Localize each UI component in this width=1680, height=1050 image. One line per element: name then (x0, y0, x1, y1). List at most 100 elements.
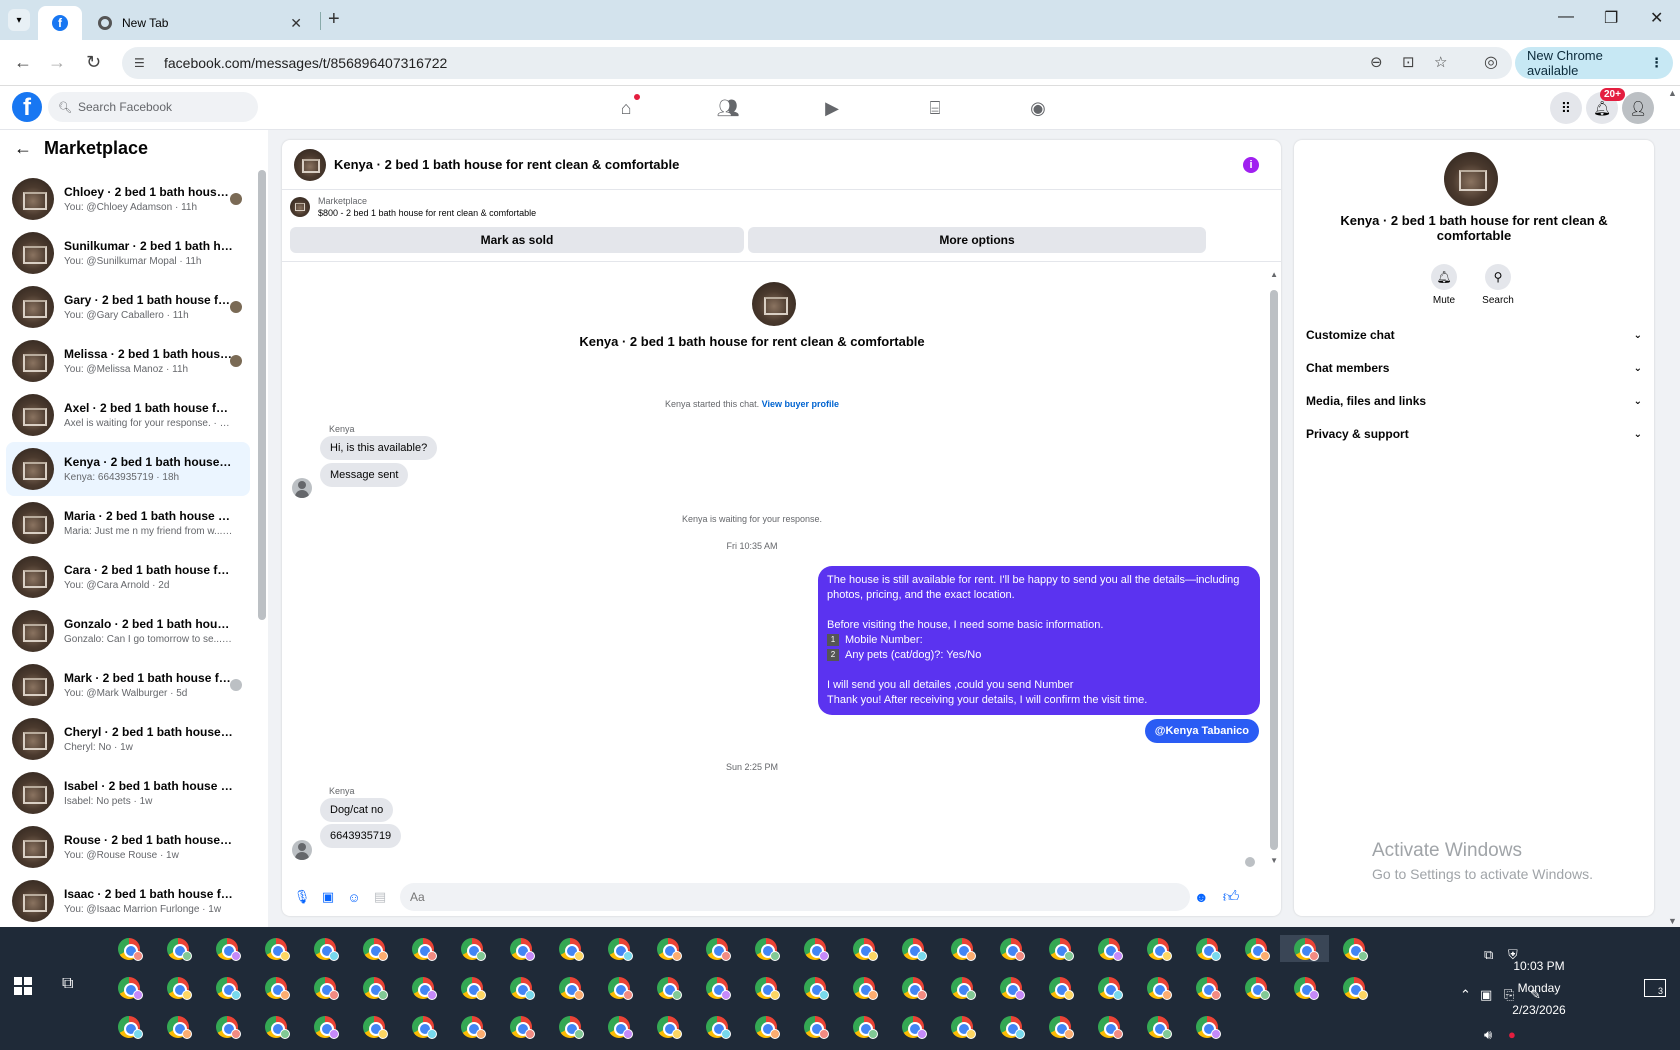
chrome-taskbar-icon[interactable] (1035, 935, 1084, 962)
chrome-taskbar-icon[interactable] (251, 1013, 300, 1040)
chrome-taskbar-icon[interactable] (937, 935, 986, 962)
chrome-taskbar-icon[interactable] (104, 1013, 153, 1040)
chrome-taskbar-icon[interactable] (300, 974, 349, 1001)
profile-icon[interactable]: ◎ (1484, 52, 1498, 72)
restore-button[interactable]: ❐ (1604, 8, 1618, 28)
zoom-icon[interactable]: ⊖ (1370, 53, 1383, 71)
message-input[interactable] (400, 883, 1190, 911)
clock-day[interactable]: Monday (1454, 981, 1624, 995)
chrome-taskbar-icon[interactable] (1084, 974, 1133, 1001)
incoming-message[interactable]: Hi, is this available? (320, 436, 438, 460)
chrome-taskbar-icon[interactable] (1182, 974, 1231, 1001)
microphone-icon[interactable]: 🎙︎ (294, 889, 311, 905)
chrome-taskbar-icon[interactable] (888, 974, 937, 1001)
chat-scrollbar[interactable] (1270, 290, 1278, 850)
incoming-message[interactable]: Dog/cat no (320, 798, 394, 822)
sender-avatar[interactable] (292, 478, 312, 498)
info-avatar[interactable] (1444, 152, 1498, 206)
chrome-taskbar-icon[interactable] (545, 1013, 594, 1040)
chrome-taskbar-icon[interactable] (741, 974, 790, 1001)
conversation-item[interactable]: Melissa · 2 bed 1 bath house ... You: @Me… (6, 334, 250, 388)
incoming-message[interactable]: Message sent (320, 463, 409, 487)
chrome-taskbar-icon[interactable] (1329, 935, 1378, 962)
page-scroll-down-icon[interactable]: ▼ (1668, 916, 1677, 926)
reload-icon[interactable]: ↻ (86, 52, 101, 73)
install-app-icon[interactable]: ⊡ (1402, 53, 1415, 71)
tab-new-tab[interactable]: New Tab ✕ (86, 6, 314, 40)
chrome-taskbar-icon[interactable] (594, 1013, 643, 1040)
chrome-taskbar-icon[interactable] (104, 935, 153, 962)
conversation-item[interactable]: Isaac · 2 bed 1 bath house for re... You:… (6, 874, 250, 927)
conversation-item[interactable]: Cara · 2 bed 1 bath house for re... You: … (6, 550, 250, 604)
incoming-message[interactable]: 6643935719 (320, 824, 402, 848)
info-icon[interactable]: i (1243, 157, 1259, 173)
clock-time[interactable]: 10:03 PM (1454, 959, 1624, 973)
site-info-icon[interactable]: ☰ (134, 56, 154, 70)
chat-avatar[interactable] (294, 148, 326, 181)
chrome-taskbar-icon[interactable] (692, 1013, 741, 1040)
chrome-taskbar-icon[interactable] (300, 935, 349, 962)
sticker-icon[interactable]: ☺ (346, 889, 362, 905)
conversation-item[interactable]: Gonzalo · 2 bed 1 bath house fo... Gonzal… (6, 604, 250, 658)
chrome-taskbar-icon[interactable] (349, 935, 398, 962)
chrome-taskbar-icon[interactable] (692, 935, 741, 962)
new-chrome-available-button[interactable]: New Chrome available ⋮ (1515, 47, 1673, 79)
chrome-taskbar-icon[interactable] (839, 1013, 888, 1040)
record-icon[interactable]: ● (1508, 1027, 1516, 1042)
chrome-taskbar-icon[interactable] (986, 935, 1035, 962)
chrome-taskbar-icon[interactable] (545, 935, 594, 962)
emoji-icon[interactable]: ☻ (1194, 889, 1209, 905)
sidebar-scrollbar[interactable] (258, 170, 266, 620)
chrome-taskbar-icon[interactable] (1133, 935, 1182, 962)
chrome-taskbar-icon[interactable] (1329, 974, 1378, 1001)
more-options-button[interactable]: More options (748, 227, 1206, 253)
home-icon[interactable]: ⌂ (614, 94, 640, 120)
chrome-taskbar-icon[interactable] (888, 935, 937, 962)
page-scroll-up-icon[interactable]: ▲ (1668, 88, 1677, 98)
conversation-item[interactable]: Maria · 2 bed 1 bath house for r... Maria… (6, 496, 250, 550)
chrome-taskbar-icon[interactable] (1133, 974, 1182, 1001)
chrome-taskbar-icon[interactable] (594, 974, 643, 1001)
address-bar[interactable]: ☰ facebook.com/messages/t/85689640731672… (122, 47, 1512, 79)
video-icon[interactable]: ▶ (820, 96, 844, 120)
chrome-taskbar-icon[interactable] (153, 935, 202, 962)
sender-avatar[interactable] (292, 840, 312, 860)
chrome-taskbar-icon[interactable] (398, 974, 447, 1001)
chrome-taskbar-icon[interactable] (398, 935, 447, 962)
chrome-taskbar-icon[interactable] (986, 974, 1035, 1001)
chrome-taskbar-icon[interactable] (300, 1013, 349, 1040)
photo-icon[interactable]: ▣ (320, 889, 336, 905)
tab-facebook[interactable]: f (38, 6, 82, 40)
chrome-taskbar-icon[interactable] (447, 935, 496, 962)
notifications-bell-icon[interactable]: 🔔︎ 20+ (1586, 88, 1625, 124)
close-tab-icon[interactable]: ✕ (290, 15, 302, 32)
back-icon[interactable]: ← (14, 52, 32, 73)
scroll-up-arrow-icon[interactable]: ▲ (1270, 270, 1278, 279)
chrome-taskbar-icon[interactable] (1035, 1013, 1084, 1040)
chrome-taskbar-icon[interactable] (349, 974, 398, 1001)
account-avatar[interactable]: 👤︎ (1622, 92, 1654, 124)
gif-icon[interactable]: ▤ (372, 889, 388, 905)
url-text[interactable]: facebook.com/messages/t/856896407316722 (164, 55, 447, 71)
intro-avatar[interactable] (752, 282, 796, 326)
tab-search-dropdown[interactable]: ▾ (8, 9, 30, 31)
menu-grid-icon[interactable]: ⠿ (1550, 92, 1582, 124)
chrome-taskbar-icon[interactable] (496, 935, 545, 962)
chrome-taskbar-icon[interactable] (1035, 974, 1084, 1001)
chrome-taskbar-icon[interactable] (986, 1013, 1035, 1040)
chrome-taskbar-icon[interactable] (202, 1013, 251, 1040)
chrome-taskbar-icon[interactable] (790, 1013, 839, 1040)
task-view-icon[interactable]: ⧉ (62, 975, 73, 993)
chrome-taskbar-icon[interactable] (643, 1013, 692, 1040)
chrome-taskbar-icon[interactable] (153, 1013, 202, 1040)
back-arrow-icon[interactable]: ← (14, 138, 32, 159)
search-button[interactable]: ⚲ Search (1473, 264, 1523, 306)
friends-icon[interactable]: 👥︎ (716, 96, 740, 120)
chrome-taskbar-icon[interactable] (447, 1013, 496, 1040)
bookmark-star-icon[interactable]: ☆ (1434, 53, 1447, 71)
chrome-taskbar-icon[interactable] (202, 974, 251, 1001)
outgoing-mention-message[interactable]: @Kenya Tabanico (1144, 719, 1259, 743)
chrome-taskbar-icon[interactable] (888, 1013, 937, 1040)
chrome-taskbar-icon[interactable] (1231, 935, 1280, 962)
media-files-links-row[interactable]: Media, files and links ⌄ (1306, 386, 1642, 416)
